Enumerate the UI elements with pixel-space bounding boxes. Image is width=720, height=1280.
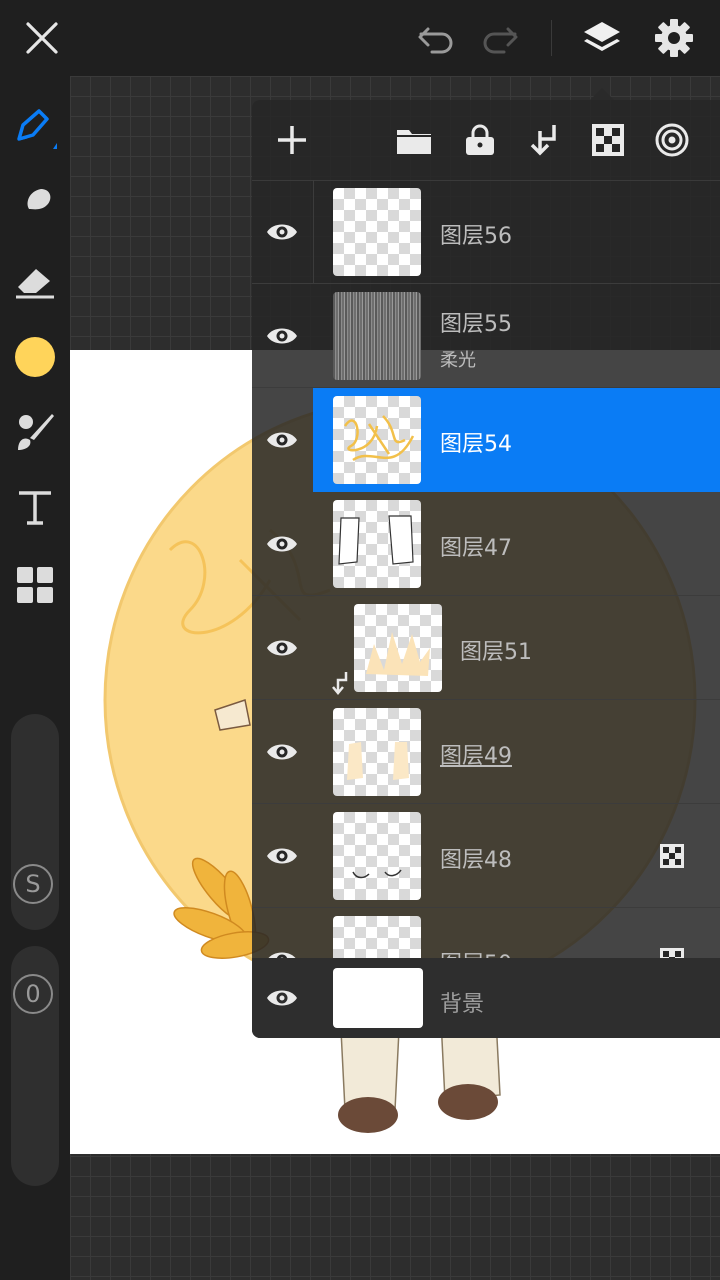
layer-thumbnail xyxy=(333,812,421,900)
layer-thumbnail xyxy=(333,708,421,796)
visibility-eye-icon[interactable] xyxy=(262,732,302,772)
redo-icon[interactable] xyxy=(478,18,522,62)
layer-thumbnail xyxy=(333,500,421,588)
undo-icon[interactable] xyxy=(414,18,458,62)
layer-thumbnail xyxy=(333,396,421,484)
layer-row[interactable]: 图层55 柔光 xyxy=(252,284,720,388)
folder-icon[interactable] xyxy=(394,120,434,160)
smudge-icon[interactable] xyxy=(10,178,60,228)
visibility-eye-icon[interactable] xyxy=(262,420,302,460)
clipping-mask-arrow-icon xyxy=(332,670,350,696)
layer-thumbnail xyxy=(354,604,442,692)
toolbar-separator xyxy=(551,20,552,56)
layer-row-selected[interactable]: 图层54 xyxy=(252,388,720,492)
eraser-icon[interactable] xyxy=(10,256,60,306)
layer-name: 图层51 xyxy=(460,640,532,665)
visibility-eye-icon[interactable] xyxy=(262,836,302,876)
layer-blend-mode: 柔光 xyxy=(440,350,476,371)
gear-icon[interactable] xyxy=(650,14,698,62)
opacity-knob[interactable]: 0 xyxy=(13,974,53,1014)
background-thumbnail xyxy=(333,968,423,1028)
close-icon[interactable] xyxy=(18,14,66,62)
alpha-lock-icon[interactable] xyxy=(588,120,628,160)
visibility-eye-icon[interactable] xyxy=(262,524,302,564)
layer-row[interactable]: 图层51 xyxy=(252,596,720,700)
layer-row[interactable]: 图层56 xyxy=(252,180,720,284)
layer-thumbnail xyxy=(333,292,421,380)
layers-icon[interactable] xyxy=(578,14,626,62)
left-toolbar: S 0 xyxy=(0,76,70,1280)
merge-down-icon[interactable] xyxy=(524,120,564,160)
background-layer-row[interactable]: 背景 xyxy=(252,958,720,1038)
layer-name: 图层54 xyxy=(440,432,512,457)
layer-row[interactable]: 图层48 xyxy=(252,804,720,908)
layer-name: 图层48 xyxy=(440,848,512,873)
panel-caret xyxy=(590,88,614,100)
pen-icon[interactable] xyxy=(10,102,60,152)
grid-icon[interactable] xyxy=(10,560,60,610)
brush-icon[interactable] xyxy=(10,406,60,456)
visibility-eye-icon[interactable] xyxy=(262,978,302,1018)
add-layer-icon[interactable] xyxy=(272,120,312,160)
lock-icon[interactable] xyxy=(460,120,500,160)
layer-row[interactable]: 图层49 xyxy=(252,700,720,804)
layer-name: 图层49 xyxy=(440,744,512,769)
top-bar xyxy=(0,0,720,76)
visibility-eye-icon[interactable] xyxy=(262,212,302,252)
layers-panel-header xyxy=(252,100,720,181)
layer-thumbnail xyxy=(333,188,421,276)
layer-list-divider xyxy=(313,180,314,284)
layers-panel: 图层56 图层55 柔光 图层54 图层47 图层51 图层49 图层48 背景 xyxy=(252,100,720,1038)
layer-row[interactable]: 图层47 xyxy=(252,492,720,596)
alpha-lock-icon xyxy=(660,844,684,868)
brush-size-knob[interactable]: S xyxy=(13,864,53,904)
background-layer-name: 背景 xyxy=(440,992,485,1017)
text-icon[interactable] xyxy=(10,482,60,532)
blend-icon[interactable] xyxy=(652,120,692,160)
layer-name: 图层47 xyxy=(440,536,512,561)
visibility-eye-icon[interactable] xyxy=(262,628,302,668)
visibility-eye-icon[interactable] xyxy=(262,316,302,356)
layer-name: 图层55 xyxy=(440,312,512,337)
layer-name: 图层56 xyxy=(440,224,512,249)
color-swatch[interactable] xyxy=(10,332,60,382)
